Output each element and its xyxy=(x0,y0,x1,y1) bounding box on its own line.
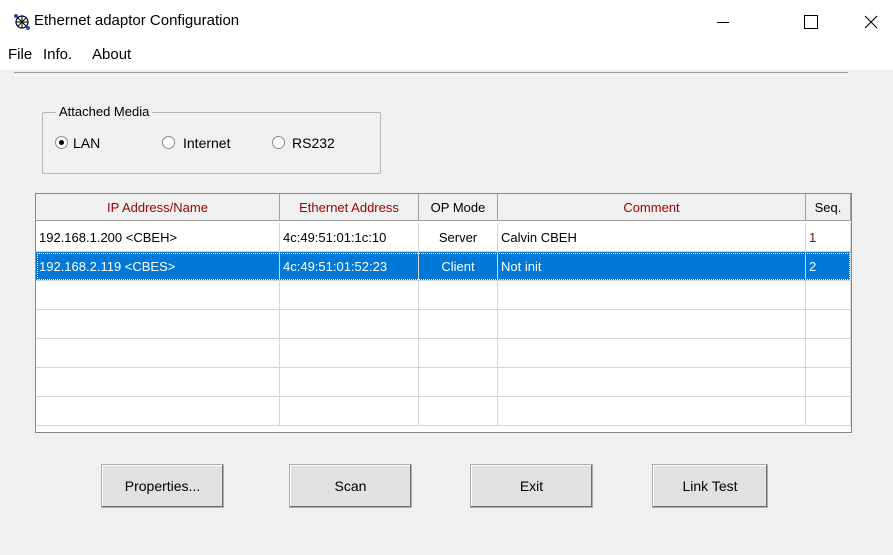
radio-lan[interactable] xyxy=(55,136,68,149)
empty-cell xyxy=(498,339,806,368)
close-button[interactable] xyxy=(848,0,893,44)
link-test-button[interactable]: Link Test xyxy=(652,464,768,508)
cell-comment: Calvin CBEH xyxy=(498,223,806,252)
maximize-button[interactable] xyxy=(788,0,834,44)
window-title: Ethernet adaptor Configuration xyxy=(34,12,240,29)
empty-row[interactable] xyxy=(36,310,851,339)
empty-row[interactable] xyxy=(36,397,851,426)
empty-cell xyxy=(280,397,419,426)
empty-cell xyxy=(280,339,419,368)
column-header-ethernet[interactable]: Ethernet Address xyxy=(280,194,419,221)
empty-cell xyxy=(806,281,851,310)
radio-selected-dot xyxy=(59,140,64,145)
table-row[interactable]: 192.168.1.200 <CBEH> 4c:49:51:01:1c:10 S… xyxy=(36,223,851,252)
cell-op-mode: Client xyxy=(419,252,498,281)
cell-op-mode: Server xyxy=(419,223,498,252)
empty-cell xyxy=(36,281,280,310)
menu-file[interactable]: File xyxy=(8,46,32,63)
empty-cell xyxy=(498,397,806,426)
empty-cell xyxy=(498,368,806,397)
empty-row[interactable] xyxy=(36,281,851,310)
empty-row[interactable] xyxy=(36,339,851,368)
menu-info[interactable]: Info. xyxy=(43,46,72,63)
empty-cell xyxy=(419,281,498,310)
empty-cell xyxy=(419,339,498,368)
cell-comment: Not init xyxy=(498,252,806,281)
empty-cell xyxy=(280,281,419,310)
empty-row[interactable] xyxy=(36,368,851,397)
radio-internet[interactable] xyxy=(162,136,175,149)
cell-ip: 192.168.2.119 <CBES> xyxy=(36,252,280,281)
column-header-ip[interactable]: IP Address/Name xyxy=(36,194,280,221)
empty-cell xyxy=(498,281,806,310)
cell-seq: 1 xyxy=(806,223,851,252)
cell-ethernet: 4c:49:51:01:52:23 xyxy=(280,252,419,281)
cell-ethernet: 4c:49:51:01:1c:10 xyxy=(280,223,419,252)
radio-rs232-label[interactable]: RS232 xyxy=(292,135,335,151)
empty-cell xyxy=(36,310,280,339)
close-icon xyxy=(864,15,878,29)
column-header-op-mode[interactable]: OP Mode xyxy=(419,194,498,221)
device-list[interactable]: IP Address/Name Ethernet Address OP Mode… xyxy=(35,193,852,433)
empty-cell xyxy=(419,397,498,426)
cell-seq: 2 xyxy=(806,252,851,281)
empty-cell xyxy=(419,368,498,397)
empty-cell xyxy=(36,397,280,426)
menu-separator xyxy=(14,72,848,76)
column-header-comment[interactable]: Comment xyxy=(498,194,806,221)
minimize-button[interactable] xyxy=(700,0,746,44)
table-row-selected[interactable]: 192.168.2.119 <CBES> 4c:49:51:01:52:23 C… xyxy=(36,252,851,281)
empty-cell xyxy=(806,310,851,339)
empty-cell xyxy=(280,368,419,397)
radio-rs232[interactable] xyxy=(272,136,285,149)
empty-cell xyxy=(806,368,851,397)
attached-media-title: Attached Media xyxy=(56,104,153,119)
menu-bar xyxy=(0,44,893,70)
radio-internet-label[interactable]: Internet xyxy=(183,135,230,151)
radio-lan-label[interactable]: LAN xyxy=(73,135,100,151)
empty-cell xyxy=(280,310,419,339)
exit-button[interactable]: Exit xyxy=(470,464,593,508)
maximize-icon xyxy=(804,15,818,29)
empty-cell xyxy=(419,310,498,339)
minimize-icon xyxy=(717,22,729,23)
column-header-seq[interactable]: Seq. xyxy=(806,194,851,221)
menu-about[interactable]: About xyxy=(92,46,131,63)
empty-cell xyxy=(806,339,851,368)
empty-cell xyxy=(806,397,851,426)
empty-cell xyxy=(498,310,806,339)
empty-cell xyxy=(36,339,280,368)
scan-button[interactable]: Scan xyxy=(289,464,412,508)
cell-ip: 192.168.1.200 <CBEH> xyxy=(36,223,280,252)
properties-button[interactable]: Properties... xyxy=(101,464,224,508)
empty-cell xyxy=(36,368,280,397)
network-app-icon xyxy=(12,12,32,32)
